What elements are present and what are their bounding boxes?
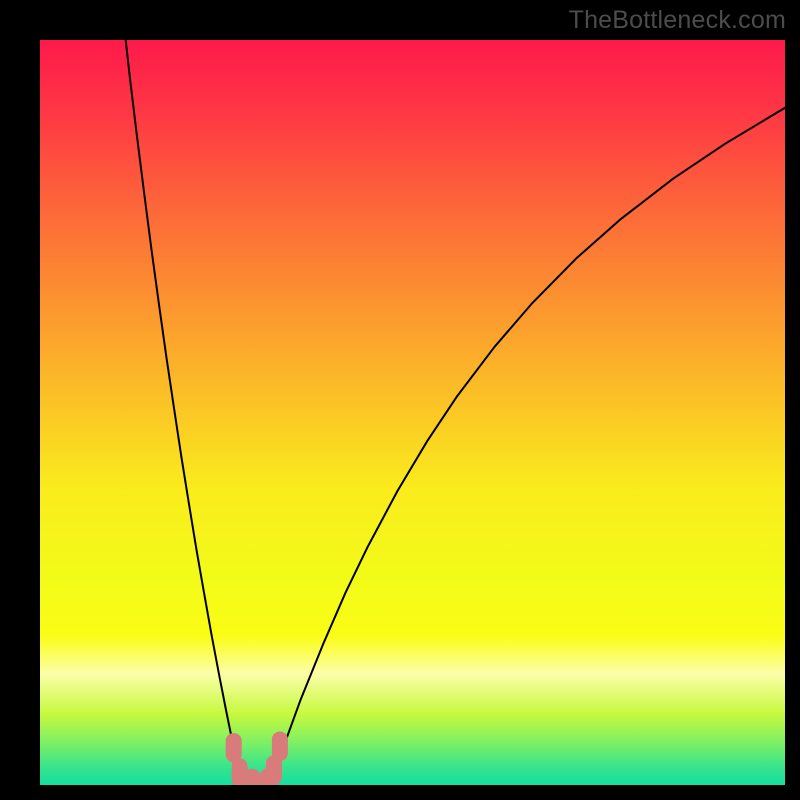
- chart-frame: TheBottleneck.com: [0, 0, 800, 800]
- marker-m3: [244, 769, 260, 785]
- marker-m1: [226, 733, 242, 763]
- chart-canvas: [40, 40, 785, 785]
- watermark-text: TheBottleneck.com: [569, 6, 786, 35]
- plot-area: [40, 40, 785, 785]
- marker-m6: [272, 731, 288, 761]
- chart-background-gradient: [40, 40, 785, 785]
